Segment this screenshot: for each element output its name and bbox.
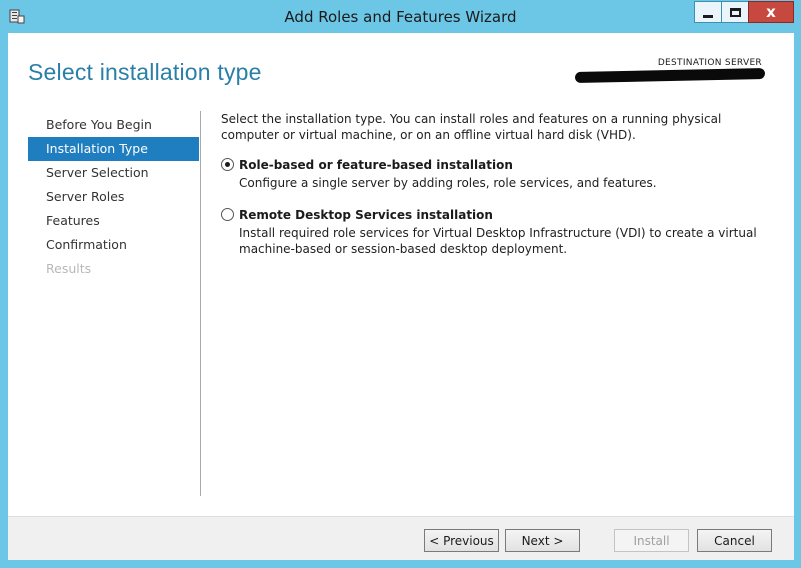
nav-item-server-roles[interactable]: Server Roles: [28, 185, 199, 209]
maximize-button[interactable]: [721, 1, 749, 23]
close-icon: x: [766, 3, 776, 21]
nav-item-confirmation[interactable]: Confirmation: [28, 233, 199, 257]
close-button[interactable]: x: [748, 1, 794, 23]
radio-role-based[interactable]: [221, 158, 234, 171]
option-title[interactable]: Role-based or feature-based installation: [239, 157, 776, 173]
nav-item-results: Results: [46, 261, 92, 276]
wizard-steps-nav: Before You Begin Installation Type Serve…: [28, 113, 199, 281]
option-remote-desktop[interactable]: Remote Desktop Services installation Ins…: [221, 207, 776, 257]
minimize-icon: [703, 14, 713, 18]
destination-server-label: DESTINATION SERVER: [657, 58, 762, 68]
option-role-based[interactable]: Role-based or feature-based installation…: [221, 157, 776, 191]
nav-item-installation-type[interactable]: Installation Type: [28, 137, 199, 161]
radio-remote-desktop[interactable]: [221, 208, 234, 221]
intro-text: Select the installation type. You can in…: [221, 112, 722, 142]
maximize-icon: [729, 7, 741, 17]
wizard-body: Select installation type DESTINATION SER…: [8, 33, 794, 560]
next-button[interactable]: Next >: [505, 529, 580, 552]
installation-type-panel: Select the installation type. You can in…: [221, 111, 776, 257]
nav-item-before-you-begin[interactable]: Before You Begin: [28, 113, 199, 137]
option-title[interactable]: Remote Desktop Services installation: [239, 207, 776, 223]
previous-button[interactable]: < Previous: [424, 529, 499, 552]
window-title: Add Roles and Features Wizard: [284, 8, 517, 26]
minimize-button[interactable]: [694, 1, 722, 23]
nav-item-features[interactable]: Features: [28, 209, 199, 233]
option-description: Configure a single server by adding role…: [239, 176, 657, 190]
destination-server-redacted: [574, 68, 766, 83]
install-button: Install: [614, 529, 689, 552]
title-bar[interactable]: Add Roles and Features Wizard x: [0, 0, 801, 33]
nav-item-server-selection[interactable]: Server Selection: [28, 161, 199, 185]
cancel-button[interactable]: Cancel: [697, 529, 772, 552]
wizard-footer: < Previous Next > Install Cancel: [8, 516, 794, 560]
page-title: Select installation type: [28, 59, 262, 85]
nav-divider: [200, 111, 201, 496]
option-description: Install required role services for Virtu…: [239, 226, 757, 256]
